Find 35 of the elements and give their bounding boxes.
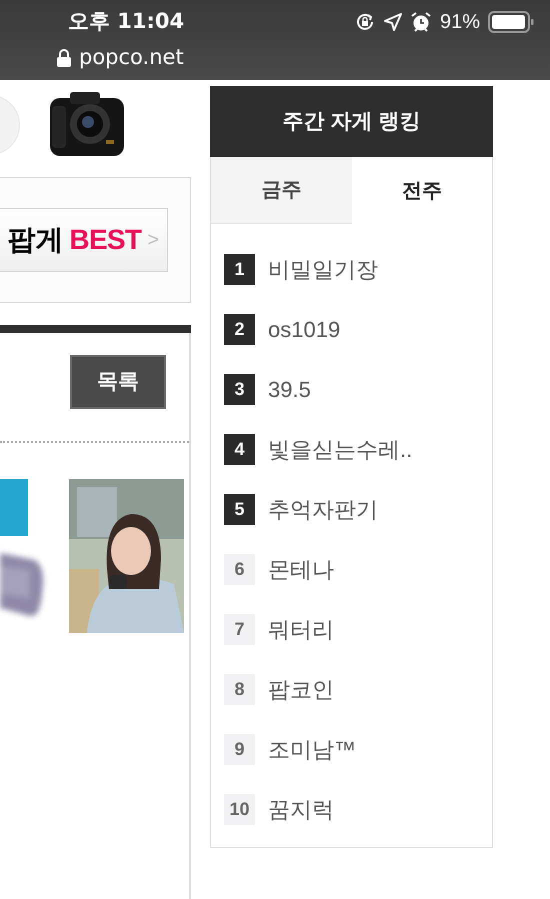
ranking-title: 주간 자게 랭킹 — [210, 86, 493, 157]
ranking-tab[interactable]: 금주 — [211, 157, 352, 224]
location-arrow-icon — [384, 13, 402, 31]
rank-badge: 1 — [224, 254, 255, 284]
ranking-name[interactable]: 조미남™ — [268, 732, 356, 766]
banner-label: 팝게 — [7, 223, 64, 257]
rank-badge: 10 — [224, 794, 255, 824]
rank-badge: 6 — [224, 554, 255, 584]
status-time: 오후 11:04 — [68, 8, 184, 36]
ranking-name[interactable]: 추억자판기 — [268, 492, 378, 526]
best-banner-button[interactable]: 팝게 BEST > — [0, 208, 168, 272]
lock-icon — [57, 48, 71, 67]
rank-badge: 5 — [224, 494, 255, 524]
address-url[interactable]: popco.net — [79, 42, 184, 74]
ranking-name[interactable]: 39.5 — [268, 372, 311, 406]
banner-best: BEST — [69, 223, 142, 257]
rank-badge: 3 — [224, 374, 255, 404]
rank-badge: 4 — [224, 434, 255, 464]
ranking-name[interactable]: 비밀일기장 — [268, 252, 378, 286]
battery-percent: 91% — [440, 10, 480, 35]
cut-off-button[interactable] — [0, 479, 28, 536]
list-button[interactable]: 목록 — [70, 355, 166, 409]
banner-arrow: > — [147, 228, 159, 253]
rank-badge: 8 — [224, 674, 255, 704]
ranking-name[interactable]: 팝코인 — [268, 672, 334, 706]
ranking-name[interactable]: 빛을싣는수레.. — [268, 432, 412, 466]
alarm-clock-icon — [410, 11, 432, 33]
rank-badge: 9 — [224, 734, 255, 764]
battery-icon — [488, 11, 534, 33]
rank-badge: 2 — [224, 314, 255, 344]
ranking-name[interactable]: 꿈지럭 — [268, 792, 334, 826]
ranking-name[interactable]: 몬테나 — [268, 552, 334, 586]
rank-badge: 7 — [224, 614, 255, 644]
ranking-name[interactable]: 뭐터리 — [268, 612, 334, 646]
ranking-name[interactable]: os1019 — [268, 312, 340, 346]
